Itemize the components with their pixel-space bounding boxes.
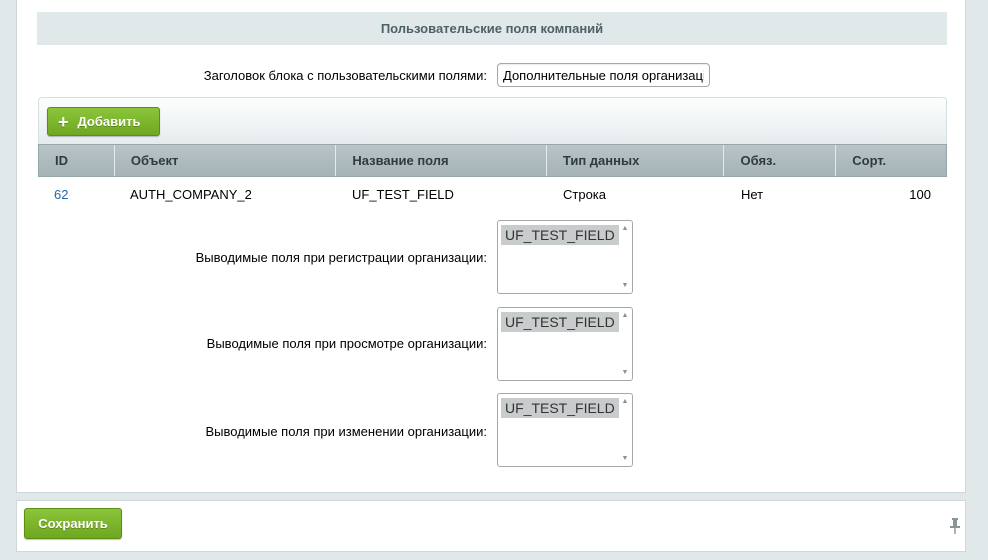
view-selected-option[interactable]: UF_TEST_FIELD: [501, 312, 619, 332]
pin-icon[interactable]: [948, 517, 962, 535]
plus-icon: +: [58, 111, 69, 132]
row-sort: 100: [909, 187, 931, 202]
scroll-up-icon[interactable]: ▲: [618, 398, 632, 405]
view-fields-label: Выводимые поля при просмотре организации…: [206, 336, 487, 351]
registration-selected-option[interactable]: UF_TEST_FIELD: [501, 225, 619, 245]
table-row: 62 AUTH_COMPANY_2 UF_TEST_FIELD Строка Н…: [38, 177, 947, 213]
view-fields-select[interactable]: UF_TEST_FIELD ▲ ▼: [497, 307, 633, 381]
row-field-name: UF_TEST_FIELD: [352, 187, 454, 202]
table-header: ID Объект Название поля Тип данных Обяз.…: [38, 144, 947, 177]
scroll-up-icon[interactable]: ▲: [618, 312, 632, 319]
column-header-data-type[interactable]: Тип данных: [547, 145, 725, 176]
row-id-link[interactable]: 62: [38, 177, 114, 213]
scroll-up-icon[interactable]: ▲: [618, 225, 632, 232]
edit-selected-option[interactable]: UF_TEST_FIELD: [501, 398, 619, 418]
listbox-scrollbar[interactable]: ▲ ▼: [618, 394, 632, 466]
scroll-down-icon[interactable]: ▼: [618, 455, 632, 462]
row-object: AUTH_COMPANY_2: [130, 187, 252, 202]
scroll-down-icon[interactable]: ▼: [618, 282, 632, 289]
row-required: Нет: [741, 187, 764, 202]
column-header-field-name[interactable]: Название поля: [336, 145, 547, 176]
edit-fields-select[interactable]: UF_TEST_FIELD ▲ ▼: [497, 393, 633, 467]
scroll-down-icon[interactable]: ▼: [618, 369, 632, 376]
listbox-scrollbar[interactable]: ▲ ▼: [618, 308, 632, 380]
registration-fields-select[interactable]: UF_TEST_FIELD ▲ ▼: [497, 220, 633, 294]
grid-toolbar: + Добавить: [38, 97, 947, 144]
add-button-label: Добавить: [77, 114, 141, 129]
registration-fields-label: Выводимые поля при регистрации организац…: [195, 250, 487, 265]
form-footer: Сохранить: [16, 500, 966, 552]
settings-panel: Пользовательские поля компаний Заголовок…: [16, 0, 966, 493]
column-header-sort[interactable]: Сорт.: [836, 145, 946, 176]
column-header-required[interactable]: Обяз.: [724, 145, 837, 176]
section-title: Пользовательские поля компаний: [37, 12, 947, 45]
add-button[interactable]: + Добавить: [47, 107, 160, 136]
row-data-type: Строка: [563, 187, 607, 202]
block-title-label: Заголовок блока с пользовательскими поля…: [203, 68, 487, 83]
edit-fields-label: Выводимые поля при изменении организации…: [205, 424, 487, 439]
listbox-scrollbar[interactable]: ▲ ▼: [618, 221, 632, 293]
column-header-object[interactable]: Объект: [115, 145, 337, 176]
column-header-id[interactable]: ID: [39, 145, 115, 176]
block-title-input[interactable]: [497, 63, 710, 87]
save-button[interactable]: Сохранить: [24, 508, 122, 539]
user-fields-grid: + Добавить ID Объект Название поля Тип д…: [38, 97, 947, 213]
